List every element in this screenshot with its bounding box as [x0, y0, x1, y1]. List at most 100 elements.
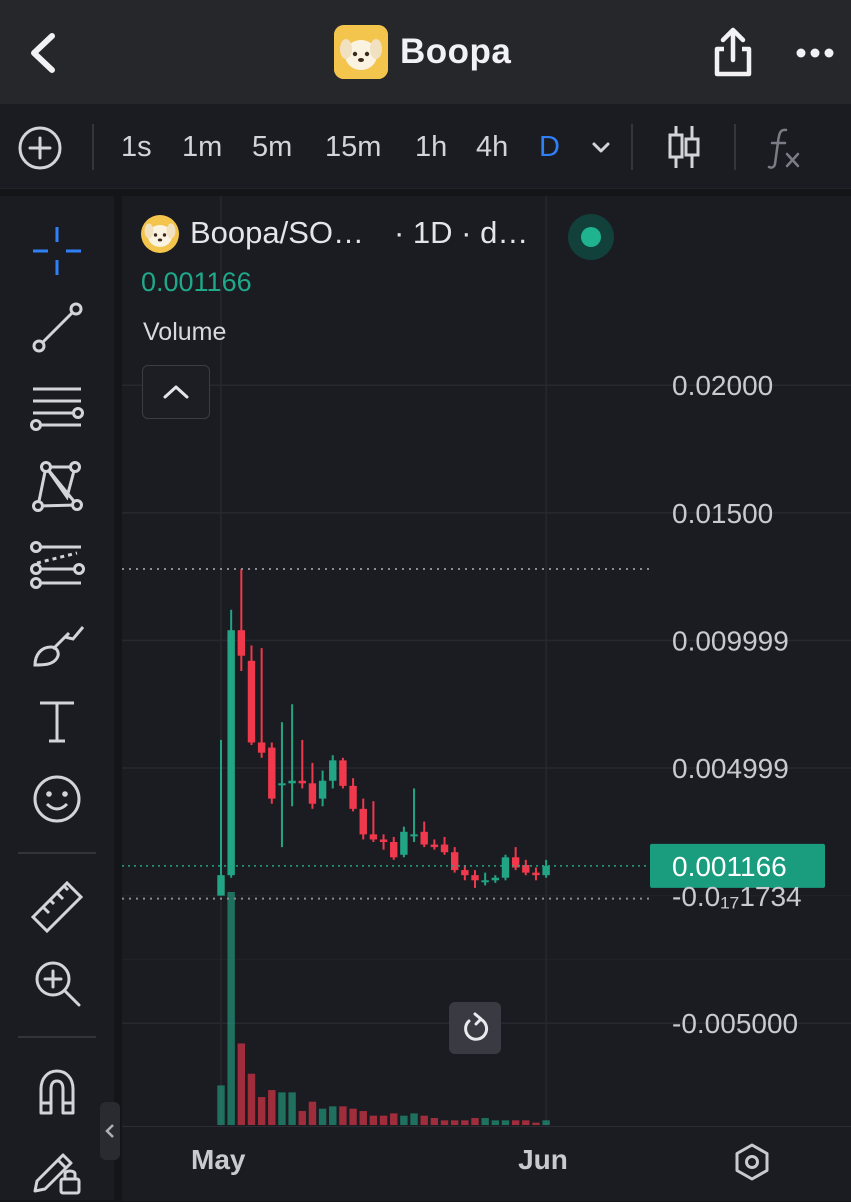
candle — [471, 870, 479, 888]
candle — [542, 859, 550, 878]
tools-divider — [18, 852, 96, 854]
status-dot-icon — [581, 227, 601, 247]
candle — [329, 755, 337, 789]
candle — [257, 648, 266, 758]
timeframe-4h[interactable]: 4h — [476, 126, 508, 168]
candle-body — [359, 808, 367, 835]
legend-price: 0.001166 — [141, 267, 252, 297]
candle — [278, 722, 286, 848]
candle — [288, 704, 296, 807]
candle — [379, 834, 388, 850]
candle-body — [390, 842, 398, 858]
timeframe-1h[interactable]: 1h — [415, 126, 447, 168]
candle-body — [430, 844, 439, 848]
volume-bar — [420, 1115, 428, 1125]
zoom-in-icon[interactable] — [22, 950, 92, 1016]
candle — [237, 568, 246, 672]
back-chevron-icon[interactable] — [18, 22, 68, 82]
candle-body — [257, 742, 266, 753]
lock-drawing-icon[interactable] — [22, 1136, 92, 1202]
candle — [511, 847, 520, 871]
date-label-may: May — [191, 1144, 246, 1175]
candle-body — [298, 780, 306, 784]
candle — [369, 801, 378, 843]
candle — [247, 645, 256, 746]
candle — [349, 778, 357, 812]
volume-bar — [501, 1120, 510, 1125]
pattern-icon[interactable] — [22, 452, 92, 518]
plus-circle-icon[interactable] — [16, 124, 64, 172]
timeframe-1s[interactable]: 1s — [121, 126, 152, 168]
price-chart[interactable]: 0.02000 0.01500 0.009999 0.004999 -0.005000 -… — [122, 196, 851, 1167]
timeframe-15m[interactable]: 15m — [325, 126, 381, 168]
volume-bar — [440, 1120, 449, 1125]
timeframe-d-selected[interactable]: D — [539, 126, 560, 168]
volume-bar — [430, 1118, 439, 1125]
candlestick-icon[interactable] — [664, 122, 704, 172]
candle-body — [450, 852, 459, 871]
candle — [440, 836, 449, 855]
volume-bar — [410, 1113, 418, 1125]
volume-bar — [268, 1090, 276, 1125]
candle-body — [481, 880, 489, 883]
collapse-panel-handle[interactable] — [100, 1102, 120, 1160]
symbol-interval[interactable]: · 1D · d… — [394, 215, 528, 251]
refresh-icon — [464, 1012, 489, 1041]
toolbar-divider — [734, 124, 736, 170]
fib-channel-icon[interactable] — [22, 532, 92, 598]
timeframe-1m[interactable]: 1m — [182, 126, 222, 168]
volume-bar — [288, 1092, 296, 1125]
ruler-icon[interactable] — [22, 874, 92, 940]
candle-body — [379, 839, 388, 843]
candle-body — [471, 875, 479, 881]
volume-bar — [237, 1043, 246, 1125]
chevron-up-icon — [163, 385, 189, 399]
volume-bar — [491, 1120, 500, 1125]
toolbar-divider — [631, 124, 633, 170]
low-price-label: -0.0₁₇1734 — [672, 881, 802, 912]
trend-line-icon[interactable] — [22, 294, 92, 360]
chevron-down-icon[interactable] — [586, 132, 616, 162]
emoji-icon[interactable] — [22, 766, 92, 832]
volume-bar — [257, 1097, 266, 1125]
candle — [522, 859, 530, 876]
candle-body — [461, 870, 469, 876]
legend-collapse-button[interactable] — [142, 365, 210, 419]
boopa-logo — [334, 25, 388, 79]
candle — [268, 742, 276, 804]
candle-body — [329, 760, 337, 781]
fx-icon[interactable] — [764, 124, 804, 172]
app-title: Boopa — [400, 32, 512, 71]
toolbar-divider — [92, 124, 94, 170]
reset-chart-button[interactable] — [449, 1002, 501, 1054]
candle-body — [491, 877, 500, 881]
more-dots-icon[interactable] — [790, 26, 840, 76]
brush-icon[interactable] — [22, 612, 92, 678]
volume-bar — [379, 1115, 388, 1125]
share-icon[interactable] — [708, 22, 758, 82]
candle-body — [542, 865, 550, 876]
candle — [481, 872, 489, 886]
text-icon[interactable] — [22, 688, 92, 754]
magnet-icon[interactable] — [22, 1058, 92, 1124]
volume-bar — [511, 1120, 520, 1125]
candle-body — [420, 831, 428, 845]
candle — [308, 762, 317, 809]
chart-settings-icon[interactable] — [730, 1140, 774, 1184]
candle — [420, 821, 428, 848]
volume-bar — [227, 892, 235, 1125]
volume-bar — [359, 1111, 367, 1125]
volume-bar — [400, 1115, 408, 1125]
candle — [410, 788, 418, 843]
volume-bar — [542, 1120, 550, 1125]
volume-bar — [278, 1092, 286, 1125]
title-group: Boopa — [334, 24, 511, 80]
candle-body — [532, 872, 540, 876]
crosshair-icon[interactable] — [22, 218, 92, 284]
candle — [298, 739, 306, 789]
symbol-name[interactable]: Boopa/SO… — [190, 215, 364, 251]
chart-area[interactable]: 0.02000 0.01500 0.009999 0.004999 -0.005000 -… — [122, 196, 851, 1167]
candle-body — [237, 630, 246, 656]
horizontal-lines-icon[interactable] — [22, 374, 92, 440]
timeframe-5m[interactable]: 5m — [252, 126, 292, 168]
